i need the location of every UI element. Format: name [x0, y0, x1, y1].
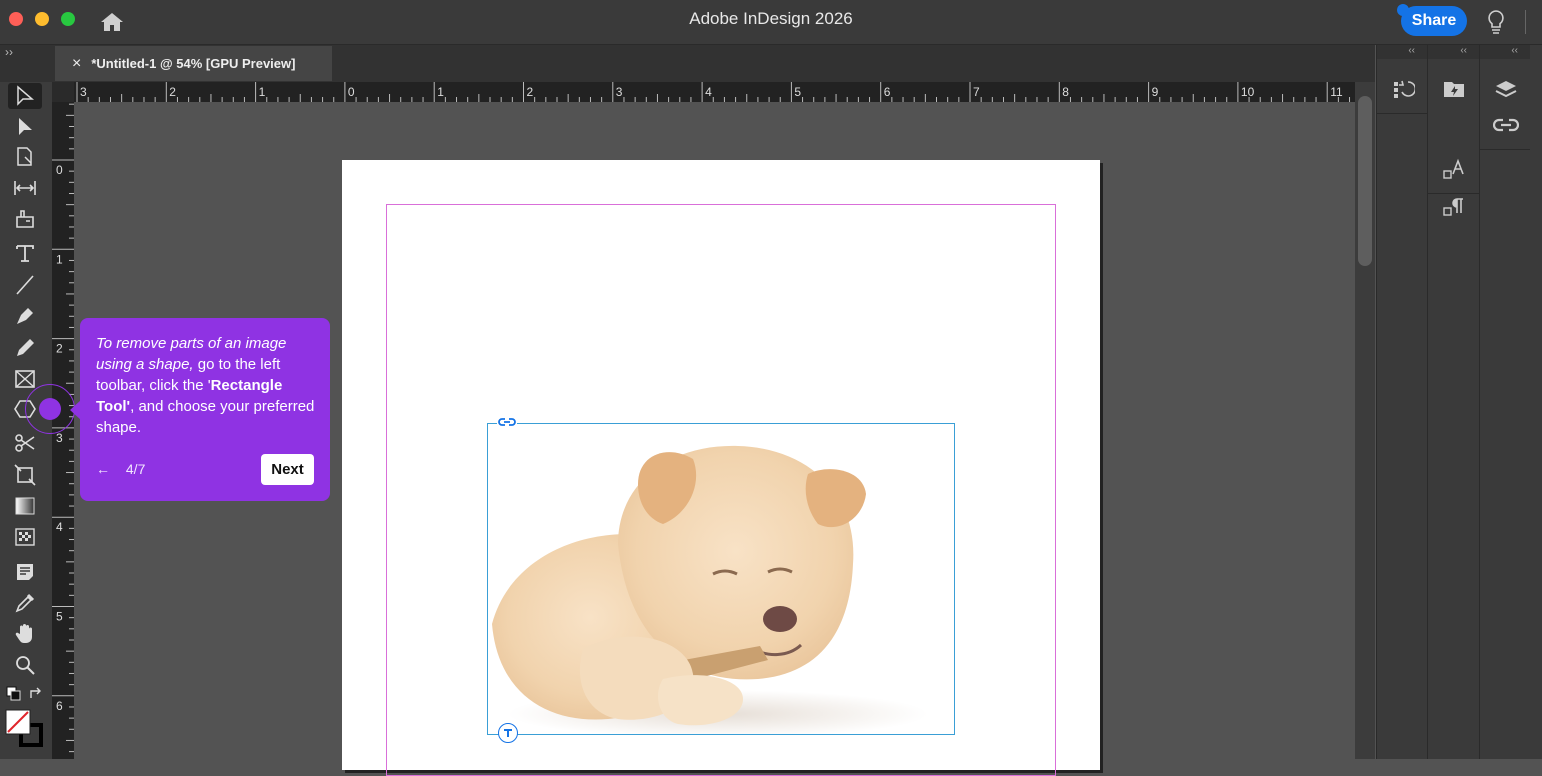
share-button[interactable]: Share [1401, 6, 1467, 36]
pen-tool-icon[interactable] [8, 303, 42, 329]
ruler-label: 6 [56, 699, 63, 713]
ruler-label: 10 [1241, 85, 1255, 99]
close-tab-icon[interactable]: × [72, 55, 81, 73]
panel-dock-layers: ‹‹ [1479, 45, 1530, 759]
content-collector-tool-icon[interactable] [8, 206, 42, 232]
document-tab-title: *Untitled-1 @ 54% [GPU Preview] [91, 56, 296, 71]
panel-dock-libraries: ‹‹ [1427, 45, 1479, 759]
ruler-label: 3 [80, 85, 87, 99]
ruler-label: 3 [56, 431, 63, 445]
layers-icon[interactable] [1492, 76, 1520, 104]
free-transform-tool-icon[interactable] [8, 462, 42, 488]
direct-selection-tool-icon[interactable] [8, 114, 42, 140]
ruler-label: 4 [705, 85, 712, 99]
gradient-feather-tool-icon[interactable] [8, 524, 42, 550]
line-tool-icon[interactable] [8, 272, 42, 298]
character-styles-icon[interactable] [1440, 156, 1468, 184]
link-icon[interactable] [497, 415, 517, 429]
tooltip-navigation: ← 4/7 [96, 461, 145, 477]
document-tab[interactable]: × *Untitled-1 @ 54% [GPU Preview] [55, 46, 332, 81]
horizontal-ruler[interactable]: 3 2 1 0 1 2 3 4 5 6 7 8 9 10 11 [52, 82, 1355, 102]
tooltip-next-button[interactable]: Next [261, 454, 314, 485]
panel-divider [1377, 113, 1427, 114]
expand-toolbar-button[interactable]: ›› [5, 45, 13, 59]
title-bar: Adobe InDesign 2026 Share [0, 0, 1542, 45]
ruler-label: 4 [56, 520, 63, 534]
swap-fill-stroke-icon[interactable] [28, 686, 44, 707]
scissors-tool-icon[interactable] [8, 430, 42, 456]
ruler-label: 6 [884, 85, 891, 99]
app-title: Adobe InDesign 2026 [689, 9, 853, 28]
ruler-label: 7 [973, 85, 980, 99]
ruler-label: 2 [169, 85, 176, 99]
collapse-panel-button[interactable]: ‹‹ [1480, 45, 1530, 59]
ruler-label: 0 [348, 85, 355, 99]
paragraph-styles-icon[interactable] [1440, 193, 1468, 221]
hand-tool-icon[interactable] [8, 621, 42, 647]
ruler-label: 3 [616, 85, 623, 99]
panel-dock-pages: ‹‹ [1376, 45, 1427, 759]
selection-tool-icon[interactable] [8, 83, 42, 109]
pencil-tool-icon[interactable] [8, 335, 42, 361]
ruler-origin[interactable] [52, 82, 74, 102]
ruler-label: 1 [437, 85, 444, 99]
links-icon[interactable] [1492, 111, 1520, 139]
ruler-label: 1 [259, 85, 266, 99]
tooltip-progress: 4/7 [125, 461, 146, 477]
image-frame[interactable] [487, 423, 955, 735]
puppy-image [492, 445, 928, 734]
page-tool-icon[interactable] [8, 144, 42, 170]
text-wrap-icon[interactable] [498, 723, 518, 743]
hotspot-marker[interactable] [39, 398, 61, 420]
ruler-label: 2 [527, 85, 534, 99]
ruler-label: 2 [56, 342, 63, 356]
ruler-label: 1 [56, 252, 63, 266]
ruler-label: 0 [56, 163, 63, 177]
collapse-panel-button[interactable]: ‹‹ [1377, 45, 1427, 59]
tooltip-back-button[interactable]: ← [96, 461, 110, 477]
fill-stroke-swatch[interactable] [5, 709, 45, 754]
vertical-scrollbar-thumb[interactable] [1358, 96, 1372, 266]
ruler-label: 5 [56, 610, 63, 624]
gap-tool-icon[interactable] [8, 175, 42, 201]
panel-divider [1480, 149, 1530, 150]
ruler-label: 8 [1062, 85, 1069, 99]
ruler-label: 9 [1152, 85, 1159, 99]
panel-edge [1530, 45, 1542, 759]
eyedropper-tool-icon[interactable] [8, 590, 42, 616]
default-fill-stroke-icon[interactable] [6, 686, 22, 707]
note-tool-icon[interactable] [8, 559, 42, 585]
ruler-label: 11 [1330, 85, 1343, 99]
title-divider [1525, 10, 1526, 34]
panel-divider [1428, 193, 1479, 194]
tooltip-text: To remove parts of an image using a shap… [96, 335, 315, 436]
horizontal-ruler-ticks: 3 2 1 0 1 2 3 4 5 6 7 8 9 10 11 [76, 82, 1351, 102]
collapse-panel-button[interactable]: ‹‹ [1428, 45, 1479, 59]
type-tool-icon[interactable] [8, 240, 42, 266]
ruler-label: 5 [794, 85, 801, 99]
pages-history-icon[interactable] [1389, 76, 1417, 104]
zoom-tool-icon[interactable] [8, 652, 42, 678]
gradient-swatch-tool-icon[interactable] [8, 493, 42, 519]
cc-libraries-icon[interactable] [1440, 75, 1468, 103]
lightbulb-icon[interactable] [1484, 8, 1508, 41]
